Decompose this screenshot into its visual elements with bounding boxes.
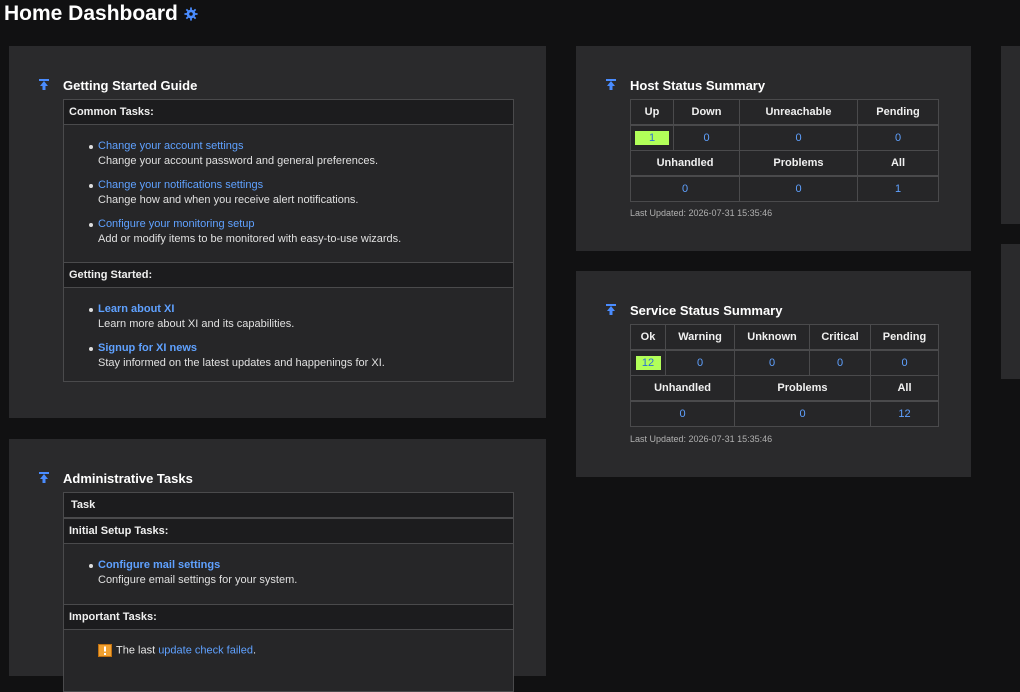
configure-mail-link[interactable]: Configure mail settings [98, 559, 220, 571]
admin-tasks-title: Administrative Tasks [63, 471, 193, 486]
service-critical-header: Critical [809, 324, 871, 351]
host-down-header: Down [673, 99, 740, 126]
list-item-desc: Change how and when you receive alert no… [98, 194, 359, 206]
list-item-desc: Learn more about XI and its capabilities… [98, 318, 295, 330]
list-item: Learn about XI Learn more about XI and i… [89, 302, 513, 332]
service-problems-value[interactable]: 0 [799, 408, 805, 420]
common-tasks-header: Common Tasks: [64, 100, 513, 125]
getting-started-dashlet: Getting Started Guide Common Tasks: Chan… [9, 46, 546, 418]
host-status-title: Host Status Summary [630, 78, 766, 93]
offscreen-dashlet-top [1001, 46, 1020, 224]
host-unhandled-header: Unhandled [630, 150, 740, 177]
offscreen-dashlet-bottom [1001, 244, 1020, 379]
service-last-updated: Last Updated: 2026-07-31 15:35:46 [630, 434, 773, 444]
service-unhandled-header: Unhandled [630, 375, 735, 402]
list-item-desc: Add or modify items to be monitored with… [98, 233, 402, 245]
list-item: Signup for XI news Stay informed on the … [89, 341, 513, 371]
host-problems-header: Problems [739, 150, 858, 177]
account-settings-link[interactable]: Change your account settings [98, 140, 244, 152]
getting-started-list: Learn about XI Learn more about XI and i… [64, 288, 513, 381]
important-task-row: The last update check failed. [64, 630, 513, 669]
pin-icon[interactable] [38, 78, 50, 91]
warning-icon [98, 644, 112, 657]
important-tasks-header: Important Tasks: [64, 604, 513, 630]
list-item-desc: Change your account password and general… [98, 155, 379, 167]
host-status-dashlet: Host Status Summary Up Down Unreachable … [576, 46, 971, 251]
page-title: Home Dashboard [4, 2, 198, 26]
notifications-settings-link[interactable]: Change your notifications settings [98, 179, 263, 191]
initial-setup-list: Configure mail settings Configure email … [64, 544, 513, 604]
list-item: Configure mail settings Configure email … [89, 558, 513, 588]
host-up-cell[interactable]: 1 [630, 124, 674, 151]
host-status-value-row-2: 0 0 1 [630, 175, 939, 202]
host-last-updated: Last Updated: 2026-07-31 15:35:46 [630, 208, 773, 218]
service-problems-header: Problems [734, 375, 871, 402]
admin-tasks-dashlet: Administrative Tasks Task Initial Setup … [9, 439, 546, 692]
host-pending-header: Pending [857, 99, 939, 126]
service-status-value-row: 12 0 0 0 0 [630, 349, 939, 376]
task-column-header: Task [64, 493, 513, 519]
host-all-header: All [857, 150, 939, 177]
service-warning-value[interactable]: 0 [697, 357, 703, 369]
gear-icon[interactable] [184, 7, 198, 21]
host-status-header-row-2: Unhandled Problems All [630, 150, 939, 177]
service-unknown-value[interactable]: 0 [769, 357, 775, 369]
admin-tasks-box: Task Initial Setup Tasks: Configure mail… [63, 492, 514, 692]
pin-icon[interactable] [38, 471, 50, 484]
service-warning-header: Warning [665, 324, 735, 351]
host-problems-value[interactable]: 0 [795, 183, 801, 195]
host-all-value[interactable]: 1 [895, 183, 901, 195]
host-down-value[interactable]: 0 [703, 132, 709, 144]
pin-icon[interactable] [605, 303, 617, 316]
list-item: Change your notifications settings Chang… [89, 178, 513, 208]
page-title-text: Home Dashboard [4, 2, 178, 25]
service-pending-value[interactable]: 0 [901, 357, 907, 369]
learn-about-xi-link[interactable]: Learn about XI [98, 303, 174, 315]
update-check-link[interactable]: update check failed [158, 644, 253, 656]
host-status-value-row: 1 0 0 0 [630, 124, 939, 151]
list-item-desc: Configure email settings for your system… [98, 574, 298, 586]
service-all-value[interactable]: 12 [898, 408, 910, 420]
host-status-table: Up Down Unreachable Pending 1 0 0 0 Unha… [630, 99, 939, 202]
list-item-desc: Stay informed on the latest updates and … [98, 357, 385, 369]
pin-icon[interactable] [605, 78, 617, 91]
service-ok-value[interactable]: 12 [635, 356, 661, 370]
host-pending-value[interactable]: 0 [895, 132, 901, 144]
service-status-dashlet: Service Status Summary Ok Warning Unknow… [576, 271, 971, 477]
service-unknown-header: Unknown [734, 324, 810, 351]
service-status-header-row: Ok Warning Unknown Critical Pending [630, 324, 939, 351]
host-up-header: Up [630, 99, 674, 126]
list-item: Change your account settings Change your… [89, 139, 513, 169]
host-status-header-row: Up Down Unreachable Pending [630, 99, 939, 126]
service-status-title: Service Status Summary [630, 303, 783, 318]
initial-setup-header: Initial Setup Tasks: [64, 519, 513, 544]
getting-started-title: Getting Started Guide [63, 78, 198, 93]
signup-news-link[interactable]: Signup for XI news [98, 342, 197, 354]
service-status-header-row-2: Unhandled Problems All [630, 375, 939, 402]
getting-started-header: Getting Started: [64, 262, 513, 288]
important-task-suffix: . [252, 644, 257, 657]
service-all-header: All [870, 375, 939, 402]
service-status-value-row-2: 0 0 12 [630, 400, 939, 427]
important-task-prefix: The last [116, 644, 159, 657]
host-unhandled-value[interactable]: 0 [682, 183, 688, 195]
monitoring-setup-link[interactable]: Configure your monitoring setup [98, 218, 255, 230]
service-ok-cell[interactable]: 12 [630, 349, 666, 376]
getting-started-box: Common Tasks: Change your account settin… [63, 99, 514, 382]
host-up-value[interactable]: 1 [635, 131, 669, 145]
host-unreachable-header: Unreachable [739, 99, 858, 126]
service-unhandled-value[interactable]: 0 [679, 408, 685, 420]
service-status-table: Ok Warning Unknown Critical Pending 12 0… [630, 324, 939, 427]
service-critical-value[interactable]: 0 [837, 357, 843, 369]
service-pending-header: Pending [870, 324, 939, 351]
host-unreachable-value[interactable]: 0 [795, 132, 801, 144]
list-item: Configure your monitoring setup Add or m… [89, 217, 513, 247]
common-tasks-list: Change your account settings Change your… [64, 125, 513, 262]
service-ok-header: Ok [630, 324, 666, 351]
